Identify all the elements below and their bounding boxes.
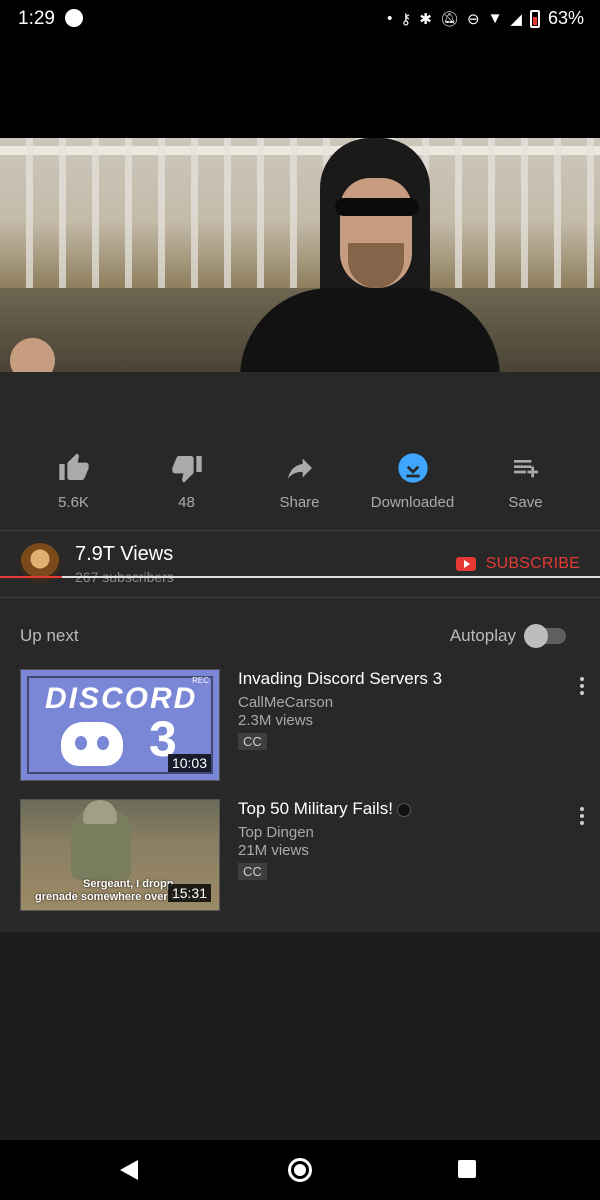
dot-icon: •: [387, 10, 393, 27]
dislike-count: 48: [178, 494, 195, 511]
video-title[interactable]: Invading Discord Servers 3: [238, 669, 442, 689]
channel-row[interactable]: 7.9T Views 267 subscribers SUBSCRIBE: [0, 531, 600, 597]
progress-line-played: [0, 576, 62, 578]
music-app-icon: [65, 9, 83, 27]
navigation-bar: [0, 1140, 600, 1200]
save-label: Save: [508, 494, 543, 511]
save-button[interactable]: Save: [469, 452, 582, 511]
bluetooth-icon: ✱: [419, 10, 432, 28]
video-player[interactable]: [0, 138, 600, 372]
up-next-heading: Up next: [20, 626, 79, 645]
vpn-key-icon: ⚷: [400, 10, 412, 28]
dislike-button[interactable]: 48: [130, 452, 243, 511]
video-channel: CallMeCarson: [238, 694, 334, 711]
subscribe-button[interactable]: SUBSCRIBE: [455, 555, 580, 573]
wifi-icon: ▼: [487, 10, 503, 27]
status-icons: • ⚷ ✱ 🔕︎ ⊖ ▼ ◢ 63%: [387, 8, 584, 29]
share-label: Share: [279, 494, 320, 511]
video-person: [240, 138, 500, 372]
battery-icon: [529, 9, 540, 28]
video-duration: 10:03: [167, 754, 211, 772]
status-time: 1:29: [18, 8, 55, 29]
recommendation-item[interactable]: REC DISCORD 3 10:03 Invading Discord Ser…: [20, 669, 600, 781]
divider: [0, 597, 600, 598]
share-button[interactable]: Share: [243, 452, 356, 511]
cc-badge: CC: [238, 863, 267, 880]
bomb-emoji-icon: [396, 802, 411, 817]
subscribe-label: SUBSCRIBE: [485, 555, 580, 572]
discord-logo-icon: [61, 722, 123, 766]
more-options-icon[interactable]: [580, 677, 584, 698]
home-icon[interactable]: [288, 1158, 312, 1182]
downloaded-button[interactable]: Downloaded: [356, 452, 469, 511]
progress-line: [0, 576, 600, 578]
recommendation-item[interactable]: Sergeant, I dropp grenade somewhere over…: [20, 799, 600, 911]
downloaded-icon: [397, 453, 428, 483]
thumbs-down-icon: [171, 456, 202, 483]
video-duration: 15:31: [167, 884, 211, 902]
status-bar: 1:29 • ⚷ ✱ 🔕︎ ⊖ ▼ ◢ 63%: [0, 0, 600, 38]
action-bar: 5.6K 48 Share Downloaded Save: [0, 452, 600, 522]
downloaded-label: Downloaded: [370, 494, 455, 511]
recents-icon[interactable]: [458, 1160, 476, 1178]
autoplay-toggle[interactable]: [524, 624, 566, 648]
like-button[interactable]: 5.6K: [17, 452, 130, 511]
youtube-logo-icon: [455, 557, 476, 571]
back-icon[interactable]: [120, 1160, 138, 1180]
cc-badge: CC: [238, 733, 267, 750]
video-title[interactable]: Top 50 Military Fails!: [238, 799, 411, 819]
like-count: 5.6K: [58, 494, 89, 511]
video-views: 21M views: [238, 842, 309, 859]
thumbs-up-icon: [58, 453, 89, 480]
video-thumbnail[interactable]: Sergeant, I dropp grenade somewhere over…: [20, 799, 220, 911]
autoplay-control[interactable]: Autoplay: [449, 624, 566, 648]
autoplay-label: Autoplay: [449, 626, 516, 645]
empty-area: [0, 932, 600, 1140]
notifications-off-icon: 🔕︎: [439, 10, 459, 28]
playlist-add-icon: [513, 460, 538, 478]
signal-icon: ◢: [510, 10, 522, 28]
video-thumbnail[interactable]: REC DISCORD 3 10:03: [20, 669, 220, 781]
more-options-icon[interactable]: [580, 807, 584, 828]
battery-percent: 63%: [547, 8, 584, 28]
video-views: 2.3M views: [238, 712, 314, 729]
channel-name[interactable]: 7.9T Views: [75, 543, 173, 566]
share-icon: [287, 458, 312, 479]
video-info-panel: 5.6K 48 Share Downloaded Save 7.9T Views…: [0, 372, 600, 932]
toggle-knob: [524, 624, 548, 648]
do-not-disturb-icon: ⊖: [466, 10, 480, 28]
video-channel: Top Dingen: [238, 824, 314, 841]
